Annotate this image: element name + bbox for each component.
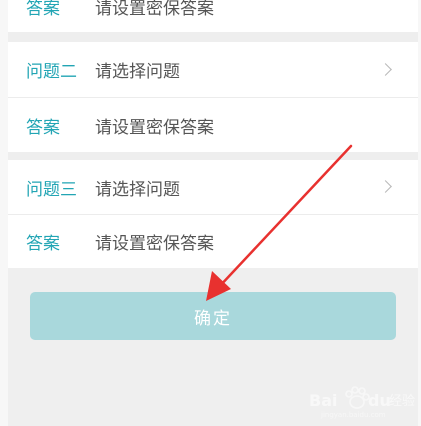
chevron-right-icon: [379, 62, 392, 76]
answer-three-row[interactable]: 答案 请设置密保答案: [8, 214, 418, 268]
security-question-screen: 答案 请设置密保答案 问题二 请选择问题 答案 请设置密保答案 问题三 请选择问…: [0, 0, 421, 426]
answer-two-row[interactable]: 答案 请设置密保答案: [8, 97, 418, 152]
section-gap: [8, 32, 418, 42]
question-two-select[interactable]: 请选择问题: [95, 57, 180, 82]
chevron-right-icon: [379, 180, 392, 193]
confirm-button[interactable]: 确定: [30, 292, 396, 340]
question-three-select[interactable]: 请选择问题: [95, 175, 180, 200]
section-gap: [8, 152, 418, 160]
answer-one-card: 答案 请设置密保答案: [8, 0, 418, 32]
question-two-label: 问题二: [26, 62, 77, 82]
question-three-label: 问题三: [26, 179, 77, 200]
answer-one-row[interactable]: 答案 请设置密保答案: [8, 0, 418, 32]
question-two-row[interactable]: 问题二 请选择问题: [8, 42, 418, 97]
question-three-card: 问题三 请选择问题 答案 请设置密保答案: [8, 160, 418, 268]
answer-two-label: 答案: [26, 117, 60, 138]
question-three-row[interactable]: 问题三 请选择问题: [8, 160, 418, 214]
question-two-card: 问题二 请选择问题 答案 请设置密保答案: [8, 42, 418, 152]
answer-three-label: 答案: [26, 234, 60, 254]
answer-one-input[interactable]: 请设置密保答案: [95, 0, 214, 19]
answer-one-label: 答案: [26, 0, 60, 19]
answer-three-input[interactable]: 请设置密保答案: [95, 229, 214, 254]
answer-two-input[interactable]: 请设置密保答案: [95, 113, 214, 138]
left-margin: [0, 0, 8, 426]
